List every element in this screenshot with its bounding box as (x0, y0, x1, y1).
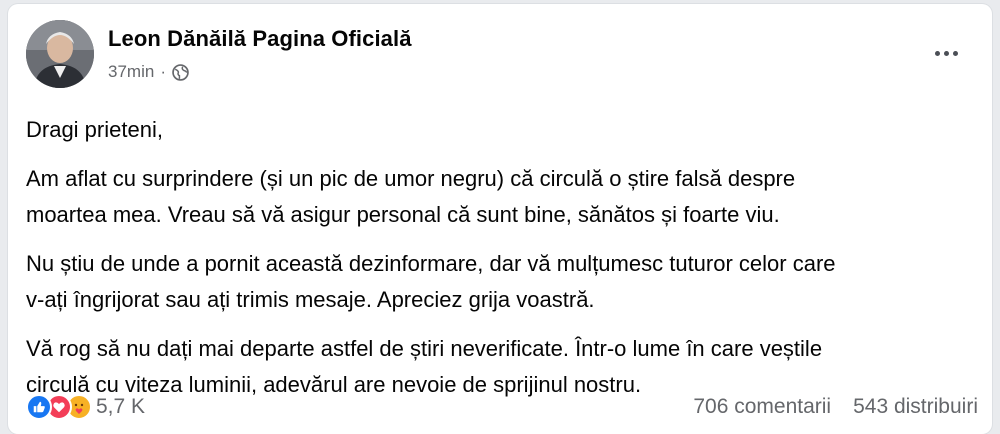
reactions-summary[interactable]: 5,7 K (26, 394, 145, 420)
author-name[interactable]: Leon Dănăilă Pagina Oficială (108, 26, 412, 52)
more-options-button[interactable] (926, 38, 966, 68)
avatar-image (26, 20, 94, 88)
comments-count[interactable]: 706 comentarii (693, 395, 831, 419)
post-meta: 37min · (108, 62, 189, 82)
post-paragraph: Nu știu de unde a pornit această dezinfo… (26, 251, 836, 312)
post-paragraph: Dragi prieteni, (26, 117, 163, 142)
post-card: Leon Dănăilă Pagina Oficială 37min · Dra… (8, 4, 992, 434)
reaction-count[interactable]: 5,7 K (96, 395, 145, 419)
reaction-icons (26, 394, 92, 420)
avatar[interactable] (26, 20, 94, 88)
more-dots-icon (934, 50, 940, 56)
shares-count[interactable]: 543 distribuiri (853, 395, 978, 419)
engagement-counts: 706 comentarii 543 distribuiri (693, 395, 978, 419)
meta-separator: · (160, 62, 166, 81)
post-footer: 5,7 K 706 comentarii 543 distribuiri (26, 390, 978, 424)
post-time[interactable]: 37min (108, 62, 154, 82)
globe-icon[interactable] (172, 63, 189, 81)
like-icon (26, 394, 52, 420)
post-paragraph: Am aflat cu surprindere (și un pic de um… (26, 166, 796, 227)
post-text: Dragi prieteni, Am aflat cu surprindere … (26, 112, 976, 416)
